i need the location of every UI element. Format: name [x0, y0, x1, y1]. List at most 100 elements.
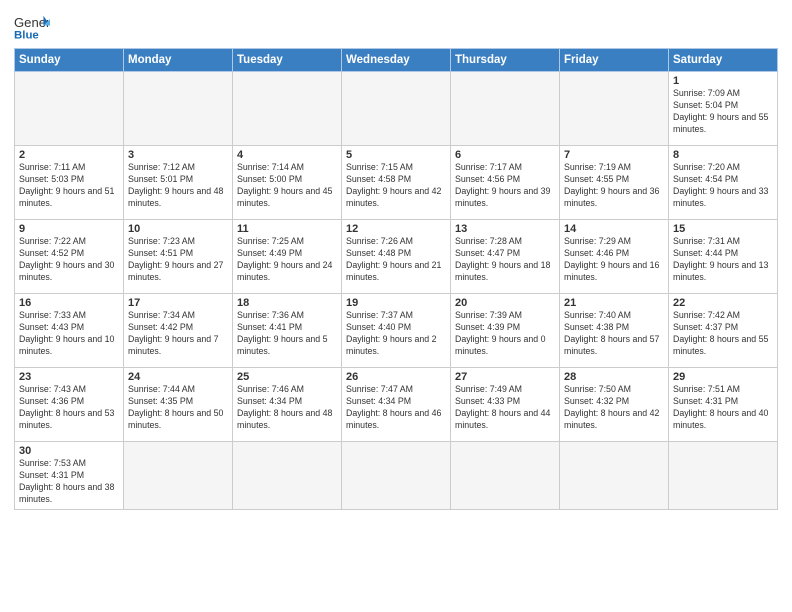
- day-number: 20: [455, 297, 555, 309]
- calendar-cell: [124, 72, 233, 146]
- day-number: 9: [19, 223, 119, 235]
- calendar-cell: 12Sunrise: 7:26 AMSunset: 4:48 PMDayligh…: [342, 220, 451, 294]
- calendar-cell: [233, 442, 342, 510]
- weekday-header-saturday: Saturday: [669, 49, 778, 72]
- calendar-cell: 21Sunrise: 7:40 AMSunset: 4:38 PMDayligh…: [560, 294, 669, 368]
- day-info: Sunrise: 7:14 AMSunset: 5:00 PMDaylight:…: [237, 162, 337, 210]
- day-number: 2: [19, 149, 119, 161]
- day-number: 21: [564, 297, 664, 309]
- calendar-cell: 5Sunrise: 7:15 AMSunset: 4:58 PMDaylight…: [342, 146, 451, 220]
- logo: General Blue: [14, 14, 50, 42]
- weekday-header-monday: Monday: [124, 49, 233, 72]
- calendar-week-row-3: 9Sunrise: 7:22 AMSunset: 4:52 PMDaylight…: [15, 220, 778, 294]
- day-number: 16: [19, 297, 119, 309]
- svg-text:Blue: Blue: [14, 30, 39, 42]
- day-info: Sunrise: 7:20 AMSunset: 4:54 PMDaylight:…: [673, 162, 773, 210]
- day-number: 1: [673, 75, 773, 87]
- calendar-cell: 16Sunrise: 7:33 AMSunset: 4:43 PMDayligh…: [15, 294, 124, 368]
- calendar-cell: 26Sunrise: 7:47 AMSunset: 4:34 PMDayligh…: [342, 368, 451, 442]
- calendar-cell: 11Sunrise: 7:25 AMSunset: 4:49 PMDayligh…: [233, 220, 342, 294]
- day-number: 12: [346, 223, 446, 235]
- day-number: 19: [346, 297, 446, 309]
- day-info: Sunrise: 7:43 AMSunset: 4:36 PMDaylight:…: [19, 384, 119, 432]
- day-number: 5: [346, 149, 446, 161]
- calendar-cell: [342, 442, 451, 510]
- day-info: Sunrise: 7:50 AMSunset: 4:32 PMDaylight:…: [564, 384, 664, 432]
- day-number: 6: [455, 149, 555, 161]
- day-info: Sunrise: 7:34 AMSunset: 4:42 PMDaylight:…: [128, 310, 228, 358]
- calendar-table: SundayMondayTuesdayWednesdayThursdayFrid…: [14, 48, 778, 510]
- calendar-cell: [451, 442, 560, 510]
- day-info: Sunrise: 7:51 AMSunset: 4:31 PMDaylight:…: [673, 384, 773, 432]
- day-number: 26: [346, 371, 446, 383]
- calendar-cell: 10Sunrise: 7:23 AMSunset: 4:51 PMDayligh…: [124, 220, 233, 294]
- weekday-header-row: SundayMondayTuesdayWednesdayThursdayFrid…: [15, 49, 778, 72]
- calendar-cell: 14Sunrise: 7:29 AMSunset: 4:46 PMDayligh…: [560, 220, 669, 294]
- calendar-cell: 24Sunrise: 7:44 AMSunset: 4:35 PMDayligh…: [124, 368, 233, 442]
- calendar-cell: [669, 442, 778, 510]
- weekday-header-thursday: Thursday: [451, 49, 560, 72]
- day-number: 4: [237, 149, 337, 161]
- day-info: Sunrise: 7:40 AMSunset: 4:38 PMDaylight:…: [564, 310, 664, 358]
- calendar-cell: 25Sunrise: 7:46 AMSunset: 4:34 PMDayligh…: [233, 368, 342, 442]
- calendar-week-row-2: 2Sunrise: 7:11 AMSunset: 5:03 PMDaylight…: [15, 146, 778, 220]
- day-number: 13: [455, 223, 555, 235]
- day-number: 17: [128, 297, 228, 309]
- calendar-cell: 28Sunrise: 7:50 AMSunset: 4:32 PMDayligh…: [560, 368, 669, 442]
- calendar-cell: [560, 442, 669, 510]
- weekday-header-tuesday: Tuesday: [233, 49, 342, 72]
- day-number: 15: [673, 223, 773, 235]
- day-info: Sunrise: 7:31 AMSunset: 4:44 PMDaylight:…: [673, 236, 773, 284]
- day-number: 22: [673, 297, 773, 309]
- calendar-cell: 18Sunrise: 7:36 AMSunset: 4:41 PMDayligh…: [233, 294, 342, 368]
- day-number: 23: [19, 371, 119, 383]
- calendar-cell: 27Sunrise: 7:49 AMSunset: 4:33 PMDayligh…: [451, 368, 560, 442]
- day-info: Sunrise: 7:39 AMSunset: 4:39 PMDaylight:…: [455, 310, 555, 358]
- day-number: 27: [455, 371, 555, 383]
- day-info: Sunrise: 7:09 AMSunset: 5:04 PMDaylight:…: [673, 88, 773, 136]
- calendar-cell: 22Sunrise: 7:42 AMSunset: 4:37 PMDayligh…: [669, 294, 778, 368]
- day-info: Sunrise: 7:25 AMSunset: 4:49 PMDaylight:…: [237, 236, 337, 284]
- header-area: General Blue: [14, 10, 778, 42]
- day-number: 24: [128, 371, 228, 383]
- day-number: 14: [564, 223, 664, 235]
- day-info: Sunrise: 7:26 AMSunset: 4:48 PMDaylight:…: [346, 236, 446, 284]
- calendar-cell: 20Sunrise: 7:39 AMSunset: 4:39 PMDayligh…: [451, 294, 560, 368]
- calendar-cell: [560, 72, 669, 146]
- weekday-header-wednesday: Wednesday: [342, 49, 451, 72]
- calendar-cell: 2Sunrise: 7:11 AMSunset: 5:03 PMDaylight…: [15, 146, 124, 220]
- day-number: 30: [19, 445, 119, 457]
- calendar-cell: [342, 72, 451, 146]
- day-number: 11: [237, 223, 337, 235]
- page: General Blue SundayMondayTuesdayWednesda…: [0, 0, 792, 612]
- calendar-cell: [124, 442, 233, 510]
- calendar-cell: 8Sunrise: 7:20 AMSunset: 4:54 PMDaylight…: [669, 146, 778, 220]
- day-info: Sunrise: 7:37 AMSunset: 4:40 PMDaylight:…: [346, 310, 446, 358]
- calendar-cell: 30Sunrise: 7:53 AMSunset: 4:31 PMDayligh…: [15, 442, 124, 510]
- calendar-cell: [233, 72, 342, 146]
- day-info: Sunrise: 7:15 AMSunset: 4:58 PMDaylight:…: [346, 162, 446, 210]
- calendar-week-row-5: 23Sunrise: 7:43 AMSunset: 4:36 PMDayligh…: [15, 368, 778, 442]
- weekday-header-sunday: Sunday: [15, 49, 124, 72]
- day-info: Sunrise: 7:49 AMSunset: 4:33 PMDaylight:…: [455, 384, 555, 432]
- day-info: Sunrise: 7:12 AMSunset: 5:01 PMDaylight:…: [128, 162, 228, 210]
- calendar-cell: 13Sunrise: 7:28 AMSunset: 4:47 PMDayligh…: [451, 220, 560, 294]
- day-number: 8: [673, 149, 773, 161]
- day-info: Sunrise: 7:22 AMSunset: 4:52 PMDaylight:…: [19, 236, 119, 284]
- day-info: Sunrise: 7:36 AMSunset: 4:41 PMDaylight:…: [237, 310, 337, 358]
- calendar-cell: 15Sunrise: 7:31 AMSunset: 4:44 PMDayligh…: [669, 220, 778, 294]
- day-number: 7: [564, 149, 664, 161]
- day-info: Sunrise: 7:42 AMSunset: 4:37 PMDaylight:…: [673, 310, 773, 358]
- calendar-cell: 9Sunrise: 7:22 AMSunset: 4:52 PMDaylight…: [15, 220, 124, 294]
- day-info: Sunrise: 7:19 AMSunset: 4:55 PMDaylight:…: [564, 162, 664, 210]
- calendar-cell: [451, 72, 560, 146]
- weekday-header-friday: Friday: [560, 49, 669, 72]
- day-number: 18: [237, 297, 337, 309]
- day-number: 28: [564, 371, 664, 383]
- generalblue-logo-icon: General Blue: [14, 14, 50, 42]
- day-info: Sunrise: 7:47 AMSunset: 4:34 PMDaylight:…: [346, 384, 446, 432]
- day-info: Sunrise: 7:46 AMSunset: 4:34 PMDaylight:…: [237, 384, 337, 432]
- day-info: Sunrise: 7:44 AMSunset: 4:35 PMDaylight:…: [128, 384, 228, 432]
- day-number: 10: [128, 223, 228, 235]
- calendar-cell: 19Sunrise: 7:37 AMSunset: 4:40 PMDayligh…: [342, 294, 451, 368]
